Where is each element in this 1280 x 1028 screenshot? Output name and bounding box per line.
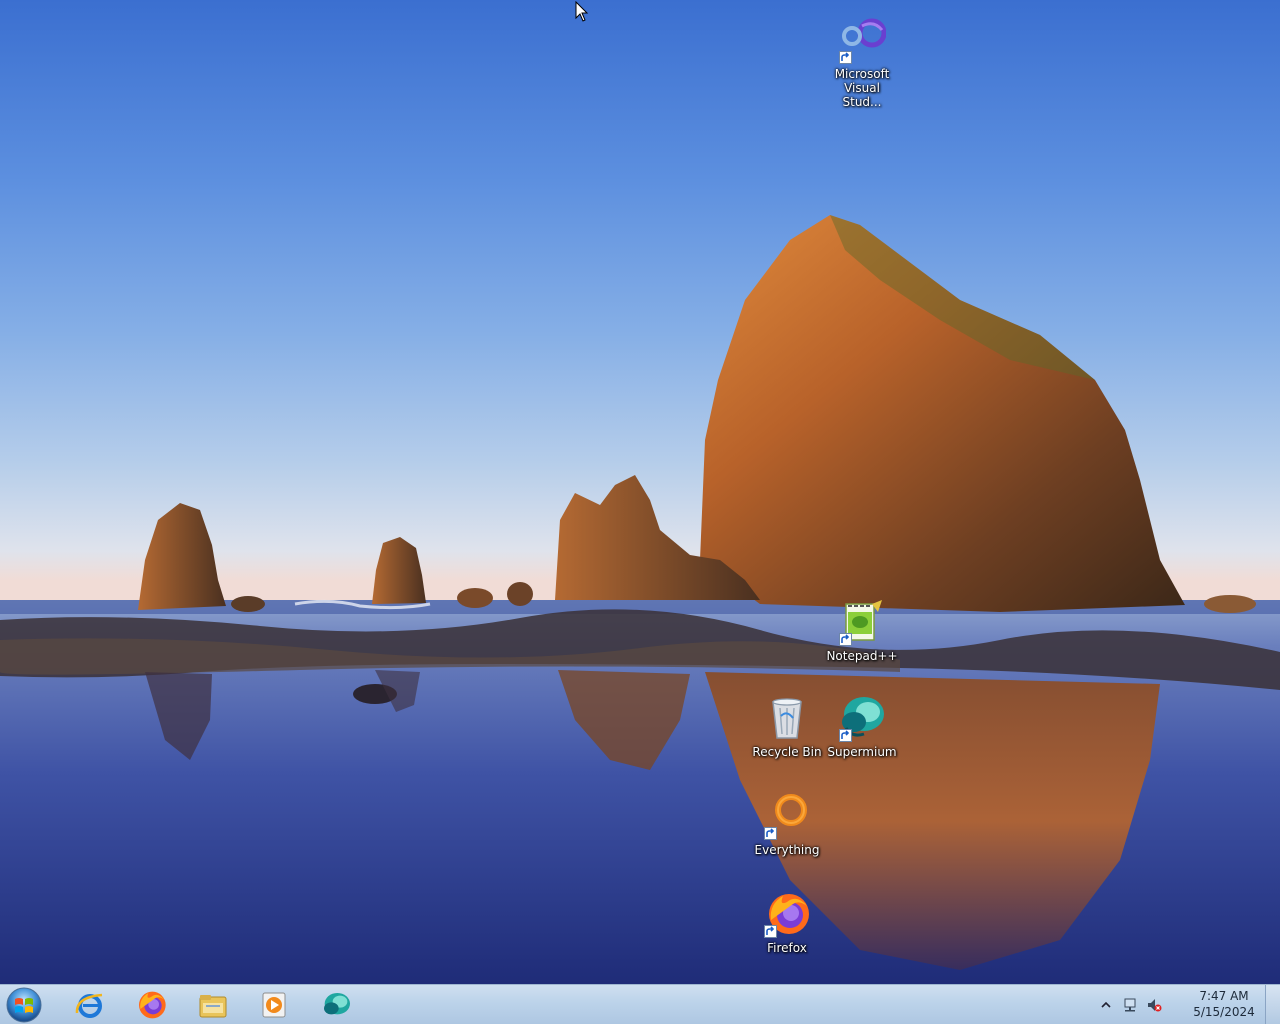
desktop-icon-recycle-bin[interactable]: Recycle Bin — [748, 694, 826, 759]
system-clock[interactable]: 7:47 AM 5/15/2024 — [1192, 988, 1256, 1020]
recycle-bin-icon — [772, 698, 802, 739]
desktop-icon-label: Microsoft Visual Stud... — [834, 67, 890, 109]
taskbar-firefox[interactable] — [123, 986, 179, 1023]
show-hidden-icons-chevron[interactable] — [1098, 997, 1114, 1013]
volume-muted-icon[interactable] — [1146, 997, 1162, 1013]
taskbar-supermium[interactable] — [308, 986, 364, 1023]
desktop-icon-notepad-plus-plus[interactable]: Notepad++ — [823, 598, 901, 663]
mouse-cursor-icon — [575, 1, 589, 22]
windows-orb-icon — [6, 987, 42, 1023]
notification-area: 7:47 AM 5/15/2024 — [1098, 985, 1258, 1025]
desktop-icon-everything[interactable]: Everything — [748, 792, 826, 857]
desktop-icon-label: Firefox — [767, 941, 807, 955]
shortcut-arrow-icon — [839, 633, 852, 646]
desktop[interactable]: Microsoft Visual Stud... Notepad++ Recyc… — [0, 0, 1280, 984]
clock-time: 7:47 AM — [1199, 989, 1249, 1003]
taskbar-internet-explorer[interactable] — [62, 986, 118, 1023]
internet-explorer-icon — [75, 993, 103, 1018]
desktop-icon-visual-studio[interactable]: Microsoft Visual Stud... — [823, 16, 901, 109]
firefox-icon — [139, 991, 166, 1018]
shortcut-arrow-icon — [839, 51, 852, 64]
media-player-icon — [262, 992, 286, 1017]
taskbar-media-player[interactable] — [246, 986, 302, 1023]
desktop-icon-label: Notepad++ — [826, 649, 898, 663]
wallpaper-image — [0, 215, 1280, 984]
show-desktop-button[interactable] — [1265, 985, 1280, 1024]
taskbar: 7:47 AM 5/15/2024 — [0, 984, 1280, 1024]
network-icon[interactable] — [1122, 997, 1138, 1013]
desktop-icon-label: Everything — [754, 843, 820, 857]
desktop-icon-supermium[interactable]: Supermium — [823, 694, 901, 759]
shortcut-arrow-icon — [764, 827, 777, 840]
folder-icon — [199, 994, 227, 1017]
taskbar-windows-explorer[interactable] — [185, 986, 241, 1023]
supermium-icon — [324, 992, 350, 1014]
desktop-icon-firefox[interactable]: Firefox — [748, 890, 826, 955]
clock-date: 5/15/2024 — [1193, 1005, 1255, 1019]
desktop-icon-label: Supermium — [827, 745, 897, 759]
desktop-icon-label: Recycle Bin — [752, 745, 822, 759]
shortcut-arrow-icon — [764, 925, 777, 938]
start-button[interactable] — [4, 986, 44, 1024]
shortcut-arrow-icon — [839, 729, 852, 742]
